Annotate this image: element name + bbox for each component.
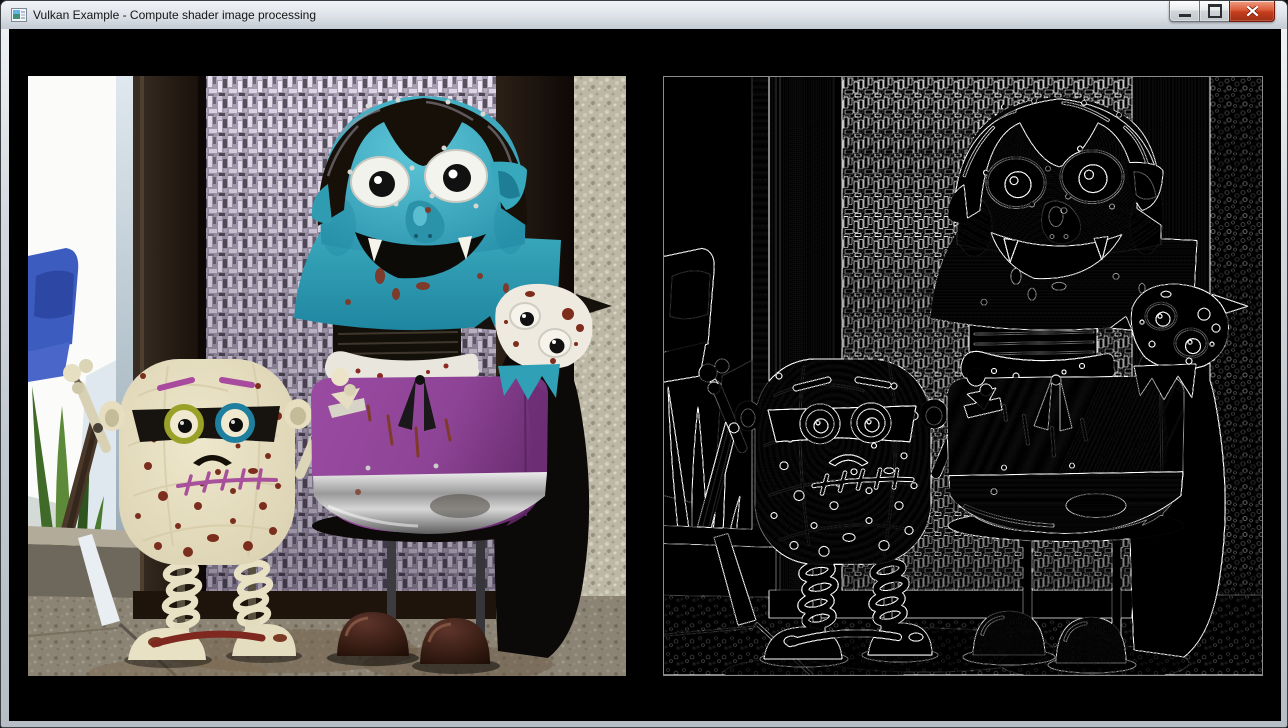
titlebar[interactable]: Vulkan Example - Compute shader image pr… bbox=[1, 1, 1287, 29]
window-title: Vulkan Example - Compute shader image pr… bbox=[33, 8, 316, 22]
window-icon[interactable] bbox=[11, 7, 27, 23]
minimize-button[interactable] bbox=[1169, 1, 1200, 22]
window-controls bbox=[1169, 1, 1275, 22]
maximize-icon bbox=[1208, 4, 1222, 18]
edge-detected-output bbox=[664, 77, 1262, 675]
app-window: Vulkan Example - Compute shader image pr… bbox=[0, 0, 1288, 728]
maximize-button[interactable] bbox=[1200, 1, 1229, 22]
close-icon bbox=[1247, 6, 1258, 16]
close-button[interactable] bbox=[1229, 1, 1275, 22]
original-image-panel bbox=[28, 76, 626, 676]
processed-image-panel bbox=[663, 76, 1263, 676]
content-area bbox=[9, 29, 1281, 721]
minimize-icon bbox=[1179, 14, 1191, 17]
original-photo bbox=[28, 76, 626, 676]
